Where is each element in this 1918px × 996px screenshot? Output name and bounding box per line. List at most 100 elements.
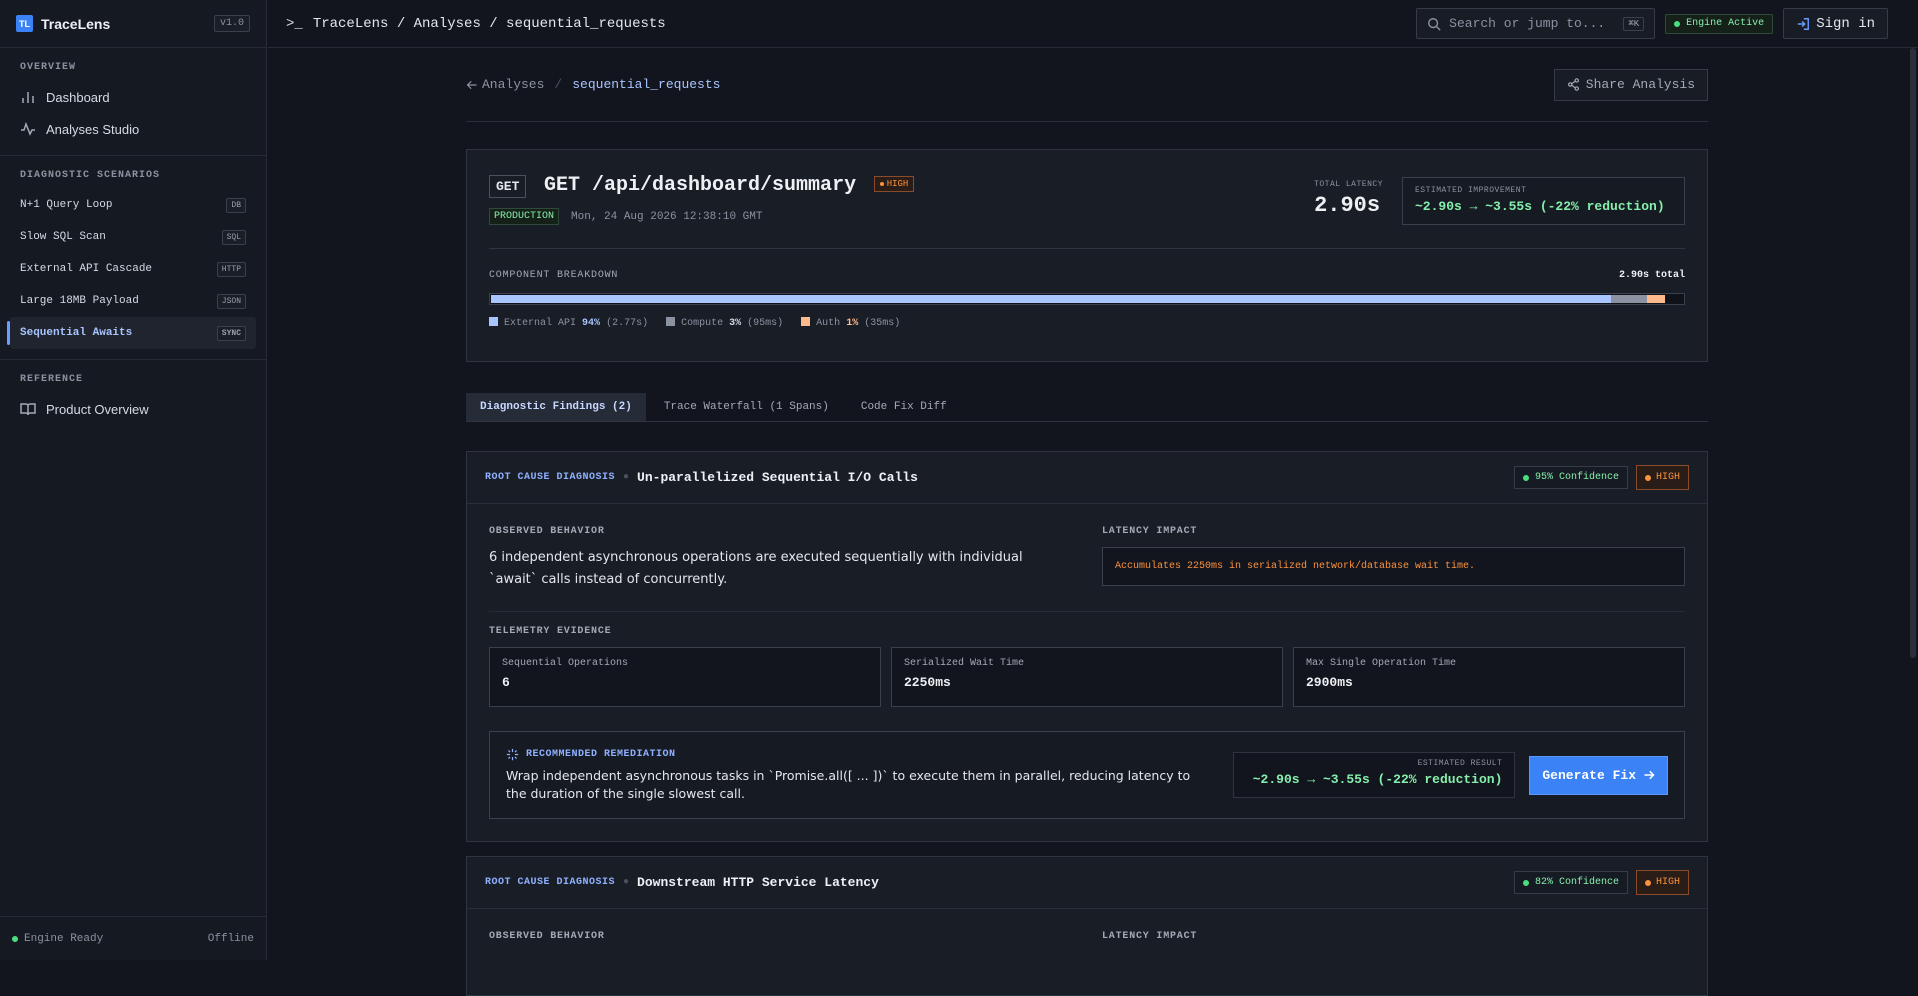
- sidebar-item-n-plus-one[interactable]: N+1 Query Loop DB: [10, 189, 256, 221]
- severity-badge: HIGH: [1635, 465, 1689, 490]
- severity-text: HIGH: [1655, 877, 1680, 888]
- finding-kicker: ROOT CAUSE DIAGNOSIS: [485, 472, 616, 483]
- summary-card: GET GET /api/dashboard/summary HIGH PROD…: [466, 149, 1708, 362]
- observed-label: OBSERVED BEHAVIOR: [489, 931, 605, 942]
- tab-diagnostic-findings[interactable]: Diagnostic Findings (2): [466, 393, 646, 421]
- scenario-tag: JSON: [216, 293, 246, 309]
- latency-impact: LATENCY IMPACT Accumulates 2250ms in ser…: [1102, 526, 1685, 591]
- legend-pct: 3%: [729, 318, 742, 329]
- back-label: Analyses: [482, 77, 545, 92]
- scenarios-section: DIAGNOSTIC SCENARIOS N+1 Query Loop DB S…: [0, 156, 266, 360]
- remediation-label-text: RECOMMENDED REMEDIATION: [526, 748, 676, 760]
- legend-swatch: [489, 317, 498, 326]
- estimated-result-value: ~2.90s → ~3.55s (-22% reduction): [1252, 772, 1503, 787]
- legend-swatch: [801, 317, 811, 326]
- finding-body: OBSERVED BEHAVIOR LATENCY IMPACT: [467, 909, 1707, 964]
- improvement-label: ESTIMATED IMPROVEMENT: [1415, 186, 1527, 195]
- confidence-badge: 82% Confidence: [1513, 871, 1628, 894]
- metric-card: Serialized Wait Time 2250ms: [891, 647, 1283, 707]
- legend-time: (95ms): [747, 318, 784, 329]
- sign-in-button[interactable]: Sign in: [1783, 8, 1888, 39]
- observation-row: OBSERVED BEHAVIOR LATENCY IMPACT: [489, 931, 1685, 942]
- metric-label: Sequential Operations: [502, 658, 629, 669]
- remediation-text: Wrap independent asynchronous tasks in `…: [506, 767, 1191, 801]
- sidebar-item-slow-sql[interactable]: Slow SQL Scan SQL: [10, 221, 256, 253]
- bullet-separator: ●: [623, 472, 630, 483]
- search-shortcut: ⌘K: [1623, 16, 1645, 31]
- topbar: >_ TraceLens / Analyses / sequential_req…: [268, 0, 1918, 48]
- sidebar-item-product-overview[interactable]: Product Overview: [10, 393, 256, 425]
- metric-label: Serialized Wait Time: [904, 658, 1025, 669]
- scenarios-heading: DIAGNOSTIC SCENARIOS: [20, 170, 161, 181]
- legend-pct: 1%: [846, 318, 859, 329]
- improvement-value: ~2.90s → ~3.55s (-22% reduction): [1415, 199, 1665, 214]
- severity-text: HIGH: [886, 179, 909, 189]
- tab-code-fix-diff[interactable]: Code Fix Diff: [847, 393, 961, 421]
- finding-body: OBSERVED BEHAVIOR 6 independent asynchro…: [467, 504, 1707, 841]
- topbar-actions: Search or jump to... ⌘K Engine Active Si…: [1416, 8, 1888, 39]
- breakdown-label: COMPONENT BREAKDOWN: [489, 270, 619, 281]
- severity-badge: HIGH: [1635, 870, 1689, 895]
- legend-swatch: [666, 317, 676, 326]
- breakdown-legend: External API 94% (2.77s) Compute 3% (95m…: [489, 317, 1685, 329]
- sidebar-item-large-payload[interactable]: Large 18MB Payload JSON: [10, 285, 256, 317]
- metric-card: Sequential Operations 6: [489, 647, 881, 707]
- search-input[interactable]: Search or jump to... ⌘K: [1416, 8, 1656, 39]
- sidebar-item-label: Large 18MB Payload: [20, 295, 139, 307]
- sidebar-footer: Engine Ready Offline: [0, 916, 266, 960]
- brand-name[interactable]: TraceLens: [41, 16, 110, 32]
- overview-section: OVERVIEW Dashboard Analyses Studio: [0, 48, 266, 156]
- estimated-improvement: ESTIMATED IMPROVEMENT ~2.90s → ~3.55s (-…: [1402, 177, 1685, 225]
- sidebar-item-analyses-studio[interactable]: Analyses Studio: [10, 113, 256, 145]
- finding-card: ROOT CAUSE DIAGNOSIS ● Downstream HTTP S…: [466, 856, 1708, 996]
- legend-external-api: External API 94% (2.77s): [489, 317, 648, 329]
- total-latency: TOTAL LATENCY 2.90s: [1314, 180, 1383, 218]
- page-scrollbar[interactable]: [1910, 48, 1916, 658]
- reference-heading: REFERENCE: [20, 374, 84, 385]
- book-icon: [20, 403, 36, 416]
- finding-header: ROOT CAUSE DIAGNOSIS ● Un-parallelized S…: [467, 452, 1707, 504]
- overview-heading: OVERVIEW: [20, 62, 77, 73]
- confidence-badge: 95% Confidence: [1513, 466, 1628, 489]
- telemetry-metrics: Sequential Operations 6 Serialized Wait …: [489, 647, 1685, 707]
- sidebar-item-sequential-awaits[interactable]: Sequential Awaits SYNC: [7, 317, 256, 349]
- sidebar-item-label: Dashboard: [46, 89, 110, 105]
- top-breadcrumb-text[interactable]: TraceLens / Analyses / sequential_reques…: [313, 16, 666, 32]
- legend-compute: Compute 3% (95ms): [666, 317, 783, 329]
- estimated-result: ESTIMATED RESULT ~2.90s → ~3.55s (-22% r…: [1233, 752, 1516, 798]
- sidebar-item-label: N+1 Query Loop: [20, 199, 113, 211]
- finding-title: Un-parallelized Sequential I/O Calls: [637, 470, 918, 485]
- search-icon: [1428, 17, 1441, 31]
- tab-bar: Diagnostic Findings (2) Trace Waterfall …: [466, 388, 1708, 422]
- sparkle-icon: [506, 748, 519, 760]
- sidebar-item-label: Product Overview: [46, 401, 149, 417]
- scenario-tag: SQL: [221, 229, 246, 245]
- tab-trace-waterfall[interactable]: Trace Waterfall (1 Spans): [650, 393, 843, 421]
- remediation-content: RECOMMENDED REMEDIATION Wrap independent…: [506, 748, 1233, 803]
- sidebar-item-label: External API Cascade: [20, 263, 153, 275]
- page-header: Analyses / sequential_requests Share Ana…: [466, 48, 1708, 122]
- component-breakdown: COMPONENT BREAKDOWN 2.90s total External…: [489, 270, 1685, 329]
- sidebar-item-external-api[interactable]: External API Cascade HTTP: [10, 253, 256, 285]
- severity-dot-icon: [1644, 879, 1651, 886]
- status-dot-icon: [1674, 20, 1681, 27]
- timestamp: Mon, 24 Aug 2026 12:38:10 GMT: [571, 210, 763, 223]
- share-analysis-button[interactable]: Share Analysis: [1553, 68, 1708, 101]
- metric-value: 6: [502, 675, 510, 690]
- version-badge: v1.0: [213, 15, 250, 32]
- observation-row: OBSERVED BEHAVIOR 6 independent asynchro…: [489, 526, 1685, 591]
- generate-fix-button[interactable]: Generate Fix: [1529, 755, 1668, 795]
- sidebar-item-label: Analyses Studio: [46, 121, 140, 137]
- sidebar-item-dashboard[interactable]: Dashboard: [10, 81, 256, 113]
- metric-label: Max Single Operation Time: [1306, 658, 1457, 669]
- breakdown-segment: [491, 295, 1612, 303]
- breakdown-segment: [1611, 295, 1648, 303]
- observed-text: 6 independent asynchronous operations ar…: [489, 550, 1023, 587]
- back-link[interactable]: Analyses: [466, 77, 544, 92]
- environment-badge: PRODUCTION: [489, 208, 560, 225]
- divider: [489, 611, 1685, 612]
- legend-pct: 94%: [582, 318, 601, 329]
- impact-text: Accumulates 2250ms in serialized network…: [1102, 547, 1685, 586]
- evidence-label: TELEMETRY EVIDENCE: [489, 626, 612, 637]
- brand-logo[interactable]: TL: [16, 15, 33, 32]
